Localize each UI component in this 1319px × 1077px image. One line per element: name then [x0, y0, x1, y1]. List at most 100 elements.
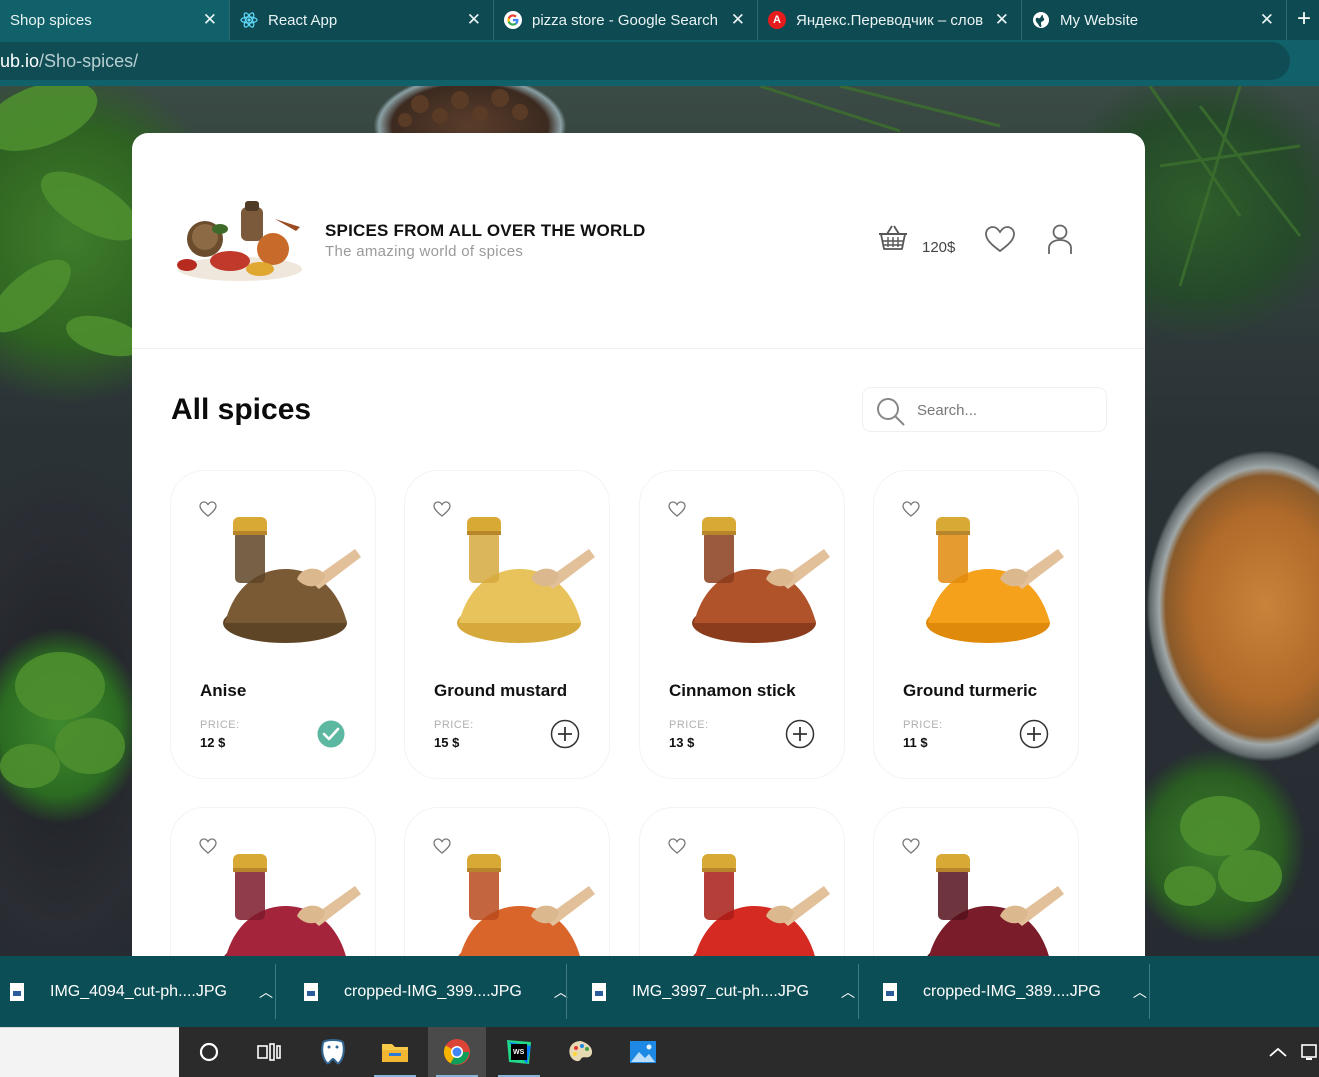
- add-to-cart-plus-icon[interactable]: [1019, 719, 1049, 749]
- yandex-translate-icon: A: [768, 11, 786, 29]
- task-view-icon[interactable]: [240, 1027, 298, 1077]
- product-price: 13 $: [669, 735, 695, 750]
- product-name: Ground turmeric: [903, 681, 1038, 700]
- tab-my-website[interactable]: My Website ✕: [1022, 0, 1287, 40]
- tab-title: pizza store - Google Search: [532, 11, 718, 29]
- price-label: PRICE:: [434, 719, 474, 731]
- search-input[interactable]: [917, 399, 1087, 421]
- download-item[interactable]: cropped-IMG_399....JPG ︿: [304, 956, 568, 1027]
- close-icon[interactable]: ✕: [1260, 10, 1274, 30]
- address-bar: ub.io/Sho-spices/: [0, 40, 1319, 86]
- network-icon[interactable]: [1300, 1027, 1319, 1077]
- webstorm-icon[interactable]: WS: [490, 1027, 548, 1077]
- close-icon[interactable]: ✕: [995, 10, 1009, 30]
- tab-shop-spices[interactable]: Shop spices ✕: [0, 0, 230, 40]
- product-price: 12 $: [200, 735, 226, 750]
- product-card[interactable]: Anise PRICE: 12 $: [170, 470, 376, 779]
- product-card[interactable]: Cinnamon stick PRICE: 13 $: [639, 470, 845, 779]
- windows-taskbar: WS: [0, 1027, 1319, 1077]
- product-name: Ground mustard: [434, 681, 568, 700]
- product-card[interactable]: [873, 807, 1079, 956]
- tab-yandex-translate[interactable]: A Яндекс.Переводчик – слов ✕: [758, 0, 1022, 40]
- product-image: [693, 854, 830, 956]
- add-to-cart-plus-icon[interactable]: [785, 719, 815, 749]
- product-image: [457, 517, 595, 643]
- product-name: Anise: [200, 681, 247, 700]
- browser-tab-bar: Shop spices ✕ React App ✕ pizza store - …: [0, 0, 1319, 40]
- close-icon[interactable]: ✕: [203, 10, 217, 30]
- chevron-up-icon[interactable]: ︿: [841, 982, 855, 1002]
- product-card[interactable]: [170, 807, 376, 956]
- spices-logo: [177, 201, 302, 281]
- pgadmin-icon[interactable]: [304, 1027, 362, 1077]
- show-hidden-icons-chevron-icon[interactable]: [1268, 1027, 1288, 1077]
- shop-card: SPICES FROM ALL OVER THE WORLD The amazi…: [132, 133, 1145, 956]
- chrome-icon[interactable]: [428, 1027, 486, 1077]
- file-explorer-icon[interactable]: [366, 1027, 424, 1077]
- search-icon[interactable]: [876, 397, 906, 427]
- product-price: 15 $: [434, 735, 460, 750]
- tab-title: My Website: [1060, 11, 1139, 29]
- site-title: SPICES FROM ALL OVER THE WORLD: [325, 221, 646, 240]
- tab-react-app[interactable]: React App ✕: [230, 0, 494, 40]
- image-file-icon: [883, 982, 897, 1001]
- tab-title: Яндекс.Переводчик – слов: [796, 11, 984, 29]
- user-profile-icon[interactable]: [1046, 223, 1074, 255]
- divider: [275, 964, 276, 1019]
- close-icon[interactable]: ✕: [731, 10, 745, 30]
- svg-text:WS: WS: [513, 1049, 525, 1056]
- add-to-cart-plus-icon[interactable]: [550, 719, 580, 749]
- product-image: [692, 517, 830, 643]
- download-item[interactable]: cropped-IMG_389....JPG ︿: [883, 956, 1147, 1027]
- favorites-heart-icon[interactable]: [984, 225, 1016, 253]
- url-field[interactable]: ub.io/Sho-spices/: [0, 42, 1290, 80]
- download-filename: IMG_4094_cut-ph....JPG: [50, 982, 227, 1000]
- chevron-up-icon[interactable]: ︿: [1133, 982, 1147, 1002]
- product-image: [458, 854, 595, 956]
- globe-icon: [1032, 11, 1050, 29]
- section-title: All spices: [171, 393, 312, 426]
- cortana-icon[interactable]: [180, 1027, 238, 1077]
- chevron-up-icon[interactable]: ︿: [259, 982, 273, 1002]
- site-header: SPICES FROM ALL OVER THE WORLD The amazi…: [132, 133, 1145, 349]
- download-filename: cropped-IMG_399....JPG: [344, 982, 522, 1000]
- cart-icon[interactable]: [878, 223, 908, 253]
- paint-icon[interactable]: [552, 1027, 610, 1077]
- react-icon: [240, 11, 258, 29]
- divider: [858, 964, 859, 1019]
- product-card[interactable]: Ground mustard PRICE: 15 $: [404, 470, 610, 779]
- site-subtitle: The amazing world of spices: [325, 243, 524, 260]
- downloads-bar: IMG_4094_cut-ph....JPG ︿ cropped-IMG_399…: [0, 956, 1319, 1027]
- product-image: [223, 517, 361, 643]
- in-cart-check-icon[interactable]: [316, 719, 346, 749]
- product-price: 11 $: [903, 735, 928, 750]
- taskbar-search-box[interactable]: [0, 1027, 179, 1077]
- url-host: ub.io: [0, 51, 40, 71]
- tab-title: Shop spices: [10, 11, 92, 29]
- product-card[interactable]: Ground turmeric PRICE: 11 $: [873, 470, 1079, 779]
- divider: [1149, 964, 1150, 1019]
- product-image: [224, 854, 361, 956]
- image-file-icon: [304, 982, 318, 1001]
- download-filename: cropped-IMG_389....JPG: [923, 982, 1101, 1000]
- product-card[interactable]: [639, 807, 845, 956]
- price-label: PRICE:: [903, 719, 943, 731]
- download-filename: IMG_3997_cut-ph....JPG: [632, 982, 809, 1000]
- download-item[interactable]: IMG_4094_cut-ph....JPG ︿: [10, 956, 273, 1027]
- tab-google-search[interactable]: pizza store - Google Search ✕: [494, 0, 758, 40]
- download-item[interactable]: IMG_3997_cut-ph....JPG ︿: [592, 956, 855, 1027]
- url-path: /Sho-spices/: [39, 51, 139, 71]
- image-file-icon: [592, 982, 606, 1001]
- image-file-icon: [10, 982, 24, 1001]
- new-tab-button[interactable]: +: [1297, 0, 1319, 40]
- close-icon[interactable]: ✕: [467, 10, 481, 30]
- product-name: Cinnamon stick: [669, 681, 796, 700]
- product-card[interactable]: [404, 807, 610, 956]
- cart-total[interactable]: 120$: [922, 239, 955, 256]
- google-icon: [504, 11, 522, 29]
- price-label: PRICE:: [669, 719, 709, 731]
- photos-icon[interactable]: [614, 1027, 672, 1077]
- tab-title: React App: [268, 11, 338, 29]
- divider: [566, 964, 567, 1019]
- search-box: [862, 387, 1107, 432]
